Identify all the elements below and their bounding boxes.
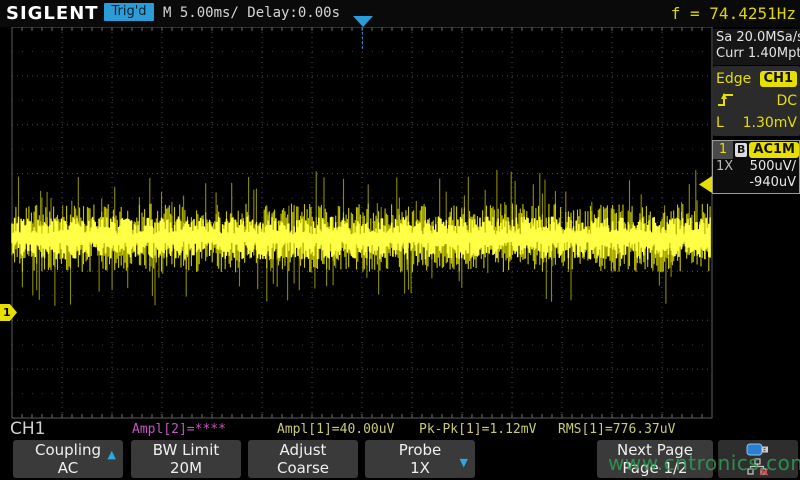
rising-edge-icon [716,91,736,112]
channel-number: 1 [713,141,733,159]
up-arrow-icon: ▲ [108,446,116,464]
graticule [0,0,800,480]
menu-button-probe[interactable]: Probe 1X ▼ [365,440,475,478]
menu-value: 1X [410,459,430,477]
ch1-waveform [12,170,710,305]
trigger-mode-label: Edge [716,71,751,87]
channel-coupling-badge: AC1M [749,142,799,158]
menu-label: Adjust [280,441,327,459]
trigger-status-badge: Trig'd [104,3,154,21]
top-status-bar: SIGLENT Trig'd M 5.00ms/ Delay:0.00s f =… [0,0,800,27]
measurement-pkpk1: Pk-Pk[1]=1.12mV [419,422,536,437]
menu-button-bw-limit[interactable]: BW Limit 20M [131,440,241,478]
channel-offset: -940uV [749,175,796,191]
siglent-logo: SIGLENT [6,3,99,24]
frequency-counter: f = 74.4251Hz [671,4,796,23]
trigger-level-value: 1.30mV [743,115,797,131]
acquisition-info-card: Sa 20.0MSa/s Curr 1.40Mpts [713,29,800,65]
down-arrow-icon: ▼ [460,454,468,472]
menu-button-coupling[interactable]: Coupling AC ▲ [13,440,123,478]
bandwidth-limit-badge: B [735,143,747,157]
menu-label: Coupling [35,441,101,459]
sample-rate: Sa 20.0MSa/s [716,30,800,46]
menu-value: 20M [170,459,202,477]
trigger-position-line [362,27,363,49]
measurement-ampl1: Ampl[1]=40.00uV [277,422,394,437]
channel1-info-card[interactable]: 1 B AC1M 1X 500uV/ -940uV [712,140,800,194]
trigger-source-badge: CH1 [760,71,797,87]
volts-per-div: 500uV/ [750,159,796,175]
probe-attenuation: 1X [716,159,733,175]
timebase-readout: M 5.00ms/ Delay:0.00s [163,5,340,21]
menu-value: AC [58,459,78,477]
menu-value: Coarse [277,459,329,477]
trigger-level-label: L [716,115,724,131]
measurement-ampl2: Ampl[2]=**** [132,422,226,437]
watermark: www.cntronics.com [608,451,800,475]
measurement-rms1: RMS[1]=776.37uV [558,422,675,437]
trigger-coupling: DC [776,93,797,109]
menu-button-adjust[interactable]: Adjust Coarse [248,440,358,478]
menu-label: Probe [399,441,442,459]
menu-label: BW Limit [153,441,220,459]
channel-label: CH1 [10,419,45,439]
trigger-info-card[interactable]: Edge CH1 DC L 1.30mV [713,66,800,136]
memory-depth: Curr 1.40Mpts [716,46,800,62]
